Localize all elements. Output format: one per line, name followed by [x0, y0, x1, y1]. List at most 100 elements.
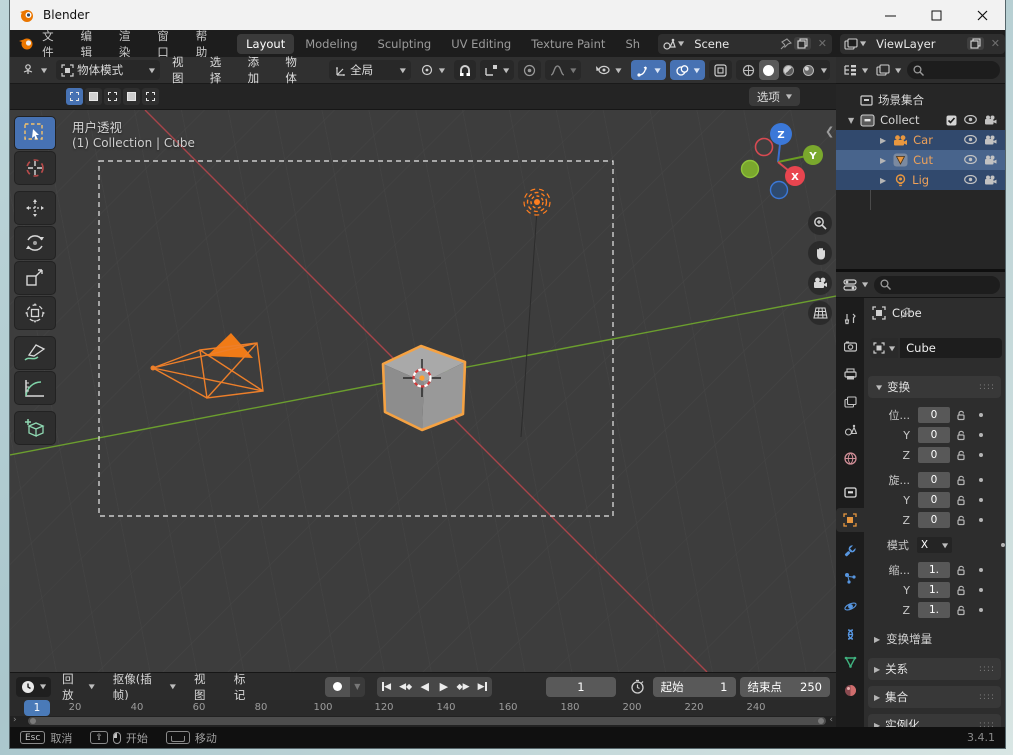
- lock-icon[interactable]: [956, 495, 967, 506]
- zoom-button[interactable]: [808, 211, 832, 235]
- navigation-gizmo[interactable]: Z Y X: [738, 118, 830, 206]
- prev-keyframe-button[interactable]: ◀ ◆: [396, 677, 415, 697]
- add-cube-tool[interactable]: [14, 411, 56, 445]
- animate-dot[interactable]: [979, 453, 983, 457]
- select-mode-set-button[interactable]: [66, 88, 83, 105]
- unlink-scene-button[interactable]: ✕: [813, 37, 832, 50]
- lock-icon[interactable]: [956, 475, 967, 486]
- panel-grip-icon[interactable]: ::::: [979, 664, 995, 674]
- shading-solid-button[interactable]: [758, 60, 779, 80]
- panel-grip-icon[interactable]: ::::: [979, 382, 995, 392]
- scene-properties-tab[interactable]: [836, 418, 864, 442]
- workspace-tab-texture-paint[interactable]: Texture Paint: [522, 34, 614, 54]
- scrollbar-left-handle[interactable]: [30, 718, 36, 724]
- collection-properties-tab[interactable]: [836, 480, 864, 504]
- workspace-tab-modeling[interactable]: Modeling: [296, 34, 366, 54]
- scale-y-field[interactable]: 1.: [918, 582, 950, 598]
- scale-z-field[interactable]: 1.: [918, 602, 950, 618]
- show-overlays-toggle[interactable]: ▼: [669, 60, 705, 80]
- auto-keying-dropdown[interactable]: ▼: [349, 676, 365, 697]
- viewlayer-name[interactable]: ViewLayer: [870, 37, 965, 51]
- camera-object-row[interactable]: ▶ Car: [836, 130, 1005, 150]
- minimize-button[interactable]: [867, 0, 913, 30]
- timeline-scrollbar[interactable]: [28, 717, 826, 725]
- location-z-field[interactable]: 0: [918, 447, 950, 463]
- pin-icon[interactable]: [780, 37, 792, 50]
- eye-icon[interactable]: [964, 175, 977, 184]
- rotation-mode-dropdown[interactable]: X ▼: [916, 537, 953, 553]
- eye-icon[interactable]: [964, 135, 977, 144]
- properties-editor-type-button[interactable]: ▼: [841, 275, 870, 295]
- shading-wireframe-button[interactable]: [739, 60, 759, 80]
- camera-object[interactable]: [150, 333, 264, 399]
- timeline-menu-playback[interactable]: 回放 ▼: [55, 671, 102, 703]
- workspace-tab-sculpting[interactable]: Sculpting: [369, 34, 441, 54]
- current-frame-field[interactable]: 1: [545, 676, 617, 697]
- timeline-menu-keying[interactable]: 抠像(插帧) ▼: [106, 671, 183, 703]
- proportional-editing-toggle[interactable]: [518, 60, 542, 80]
- menu-edit[interactable]: 编辑: [71, 28, 109, 60]
- constraints-properties-tab[interactable]: [836, 622, 864, 646]
- lock-icon[interactable]: [956, 450, 967, 461]
- cursor-tool[interactable]: [14, 151, 56, 185]
- play-reverse-button[interactable]: ◀: [415, 677, 434, 697]
- close-button[interactable]: [959, 0, 1005, 30]
- scale-tool[interactable]: [14, 261, 56, 295]
- gizmo-negative-x-axis[interactable]: [754, 137, 774, 157]
- select-mode-difference-button[interactable]: [123, 88, 140, 105]
- gizmo-negative-y-axis[interactable]: [740, 159, 760, 179]
- lock-icon[interactable]: [956, 410, 967, 421]
- location-x-field[interactable]: 0: [918, 407, 950, 423]
- scroll-left-arrow[interactable]: ›: [13, 715, 17, 725]
- toggle-perspective-button[interactable]: [808, 301, 832, 325]
- lock-icon[interactable]: [956, 515, 967, 526]
- jump-to-start-button[interactable]: ◀: [377, 677, 396, 697]
- new-viewlayer-button[interactable]: [966, 37, 984, 50]
- timeline-editor-type-button[interactable]: ▼: [16, 676, 52, 697]
- next-keyframe-button[interactable]: ◆ ▶: [453, 677, 472, 697]
- auto-keying-button[interactable]: [324, 676, 350, 697]
- frame-start-field[interactable]: 起始 1: [652, 676, 736, 697]
- lock-icon[interactable]: [956, 430, 967, 441]
- snap-settings-dropdown[interactable]: ▼: [480, 60, 515, 80]
- viewport-canvas[interactable]: 用户透视 (1) Collection | Cube Z Y X ❮: [10, 110, 836, 672]
- viewport-menu-add[interactable]: 添加: [240, 54, 276, 86]
- move-tool[interactable]: [14, 191, 56, 225]
- instancing-panel-header[interactable]: ▶ 实例化 ::::: [868, 714, 1001, 727]
- menu-render[interactable]: 渲染: [110, 28, 148, 60]
- editor-type-button[interactable]: ▼: [16, 60, 52, 80]
- playhead[interactable]: 1: [24, 700, 50, 716]
- viewport-menu-object[interactable]: 物体: [277, 54, 313, 86]
- proportional-falloff-dropdown[interactable]: ▼: [545, 60, 582, 80]
- checkbox-icon[interactable]: [946, 115, 957, 126]
- animate-dot[interactable]: [979, 608, 983, 612]
- light-object-row[interactable]: ▶ Lig: [836, 170, 1005, 190]
- viewport-menu-view[interactable]: 视图: [164, 54, 200, 86]
- scale-x-field[interactable]: 1.: [918, 562, 950, 578]
- panel-grip-icon[interactable]: ::::: [979, 720, 995, 727]
- show-gizmo-toggle[interactable]: ▼: [630, 60, 666, 80]
- transform-tool[interactable]: [14, 296, 56, 330]
- modifier-properties-tab[interactable]: [836, 538, 864, 562]
- render-camera-icon[interactable]: [984, 155, 997, 165]
- rotate-tool[interactable]: [14, 226, 56, 260]
- workspace-tab-layout[interactable]: Layout: [237, 33, 295, 54]
- gizmo-negative-z-axis[interactable]: [769, 180, 789, 200]
- outliner-editor-type-button[interactable]: ▼: [841, 60, 870, 80]
- camera-view-button[interactable]: [808, 271, 832, 295]
- render-camera-icon[interactable]: [984, 175, 997, 185]
- animate-dot[interactable]: [979, 568, 983, 572]
- output-properties-tab[interactable]: [836, 362, 864, 386]
- timeline-menu-view[interactable]: 视图: [187, 671, 223, 703]
- light-object[interactable]: [523, 188, 551, 216]
- maximize-button[interactable]: [913, 0, 959, 30]
- expand-triangle-icon[interactable]: ▶: [880, 156, 886, 165]
- panel-grip-icon[interactable]: ::::: [979, 692, 995, 702]
- animate-dot[interactable]: [979, 518, 983, 522]
- collections-panel-header[interactable]: ▶ 集合 ::::: [868, 686, 1001, 708]
- expand-triangle-icon[interactable]: ▶: [880, 176, 886, 185]
- lock-icon[interactable]: [956, 565, 967, 576]
- lock-icon[interactable]: [956, 605, 967, 616]
- transform-orientation-dropdown[interactable]: 全局 ▼: [329, 60, 411, 80]
- mode-dropdown[interactable]: 物体模式 ▼: [56, 60, 161, 80]
